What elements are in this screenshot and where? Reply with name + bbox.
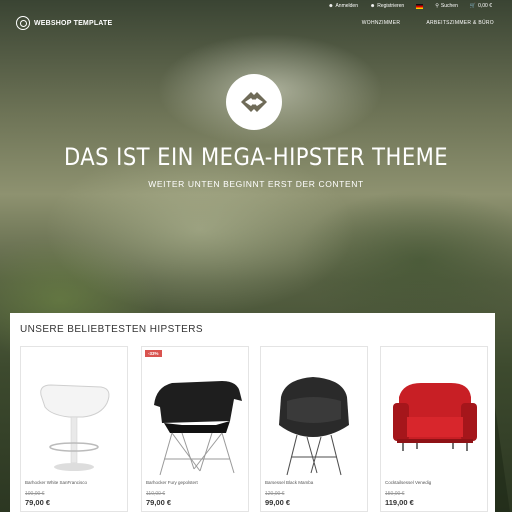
old-price: 100,00 € [25, 491, 45, 497]
product-card[interactable]: Cocktailsessel Venedig 150,00 € 119,00 € [380, 346, 488, 512]
sale-badge: -33% [145, 350, 162, 357]
product-card[interactable]: -33% Barhocker Fury gepolstert 110,00 € … [141, 346, 249, 512]
language-selector[interactable] [416, 3, 424, 9]
brand-name[interactable]: WEBSHOP TEMPLATE [34, 20, 112, 27]
old-price: 150,00 € [385, 491, 405, 497]
product-name[interactable]: Barsessel Black Mamba [265, 480, 313, 485]
user-icon: ☻ [328, 3, 334, 9]
section-title: UNSERE BELIEBTESTEN HIPSTERS [20, 324, 203, 335]
product-name[interactable]: Barhocker Fury gepolstert [146, 480, 198, 485]
black-shell-chair-image [279, 377, 349, 476]
main-navbar: WEBSHOP TEMPLATE WOHNZIMMER ARBEITSZIMME… [0, 12, 512, 34]
product-name[interactable]: Cocktailsessel Venedig [385, 480, 431, 485]
search-label: Suchen [440, 3, 458, 9]
login-label: Anmelden [335, 3, 358, 9]
product-card[interactable]: Barhocker White SanFrancisco 100,00 € 79… [20, 346, 128, 512]
german-flag-icon [416, 3, 424, 9]
hero-emblem [226, 74, 282, 130]
red-lounge-chair-image [393, 383, 477, 451]
nav-item-arbeitszimmer[interactable]: ARBEITSZIMMER & BÜRO [426, 20, 494, 26]
cart-total: 0,00 € [478, 3, 492, 9]
hero-subtitle: WEITER UNTEN BEGINNT ERST DER CONTENT [148, 179, 364, 189]
product-image[interactable] [381, 347, 487, 477]
register-link[interactable]: ☻ Registrieren [370, 3, 404, 9]
product-card[interactable]: Barsessel Black Mamba 120,00 € 99,00 € [260, 346, 368, 512]
product-price: 119,00 € [385, 498, 414, 507]
nav-item-wohnzimmer[interactable]: WOHNZIMMER [362, 20, 401, 26]
login-link[interactable]: ☻ Anmelden [328, 3, 358, 9]
product-price: 79,00 € [146, 498, 172, 507]
black-armchair-image [154, 381, 242, 476]
logo-icon[interactable] [16, 16, 30, 30]
search-link[interactable]: ⚲ Suchen [435, 3, 458, 9]
old-price: 120,00 € [265, 491, 285, 497]
search-icon: ⚲ [435, 3, 439, 9]
product-image[interactable] [21, 347, 127, 477]
product-price: 99,00 € [265, 498, 291, 507]
top-bar: ☻ Anmelden ☻ Registrieren ⚲ Suchen 🛒 0,00 € [0, 0, 512, 12]
cart-link[interactable]: 🛒 0,00 € [470, 3, 492, 9]
product-name[interactable]: Barhocker White SanFrancisco [25, 480, 87, 485]
hero-title: DAS IST EIN MEGA-HIPSTER THEME [63, 143, 449, 171]
old-price: 110,00 € [146, 491, 166, 497]
product-image[interactable] [261, 347, 367, 477]
register-label: Registrieren [377, 3, 405, 9]
cart-icon: 🛒 [469, 3, 477, 9]
product-price: 79,00 € [25, 498, 51, 507]
nav-links: WOHNZIMMER ARBEITSZIMMER & BÜRO [362, 20, 494, 26]
product-image[interactable] [142, 347, 248, 477]
products-panel: UNSERE BELIEBTESTEN HIPSTERS Barhocker W… [10, 313, 495, 512]
chain-link-logo-icon [241, 92, 267, 112]
white-barstool-image [40, 384, 110, 471]
user-plus-icon: ☻ [369, 3, 376, 9]
